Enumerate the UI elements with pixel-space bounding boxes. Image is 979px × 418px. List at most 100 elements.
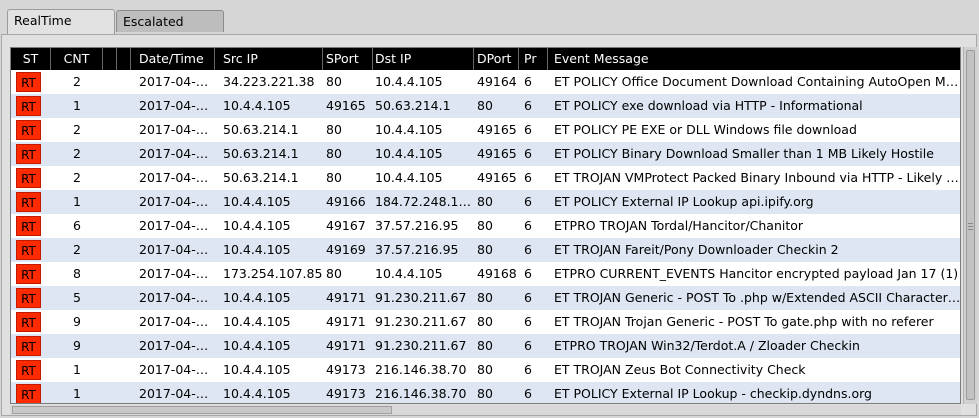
cell-sport: 49171: [326, 290, 366, 305]
scroll-grip-icon: [968, 229, 973, 230]
cell-dst-ip: 216.146.38.70: [375, 362, 467, 377]
cell-cnt: 5: [73, 290, 81, 305]
column-header-dst-ip[interactable]: Dst IP: [373, 48, 474, 70]
cell-dport: 49165: [477, 122, 517, 137]
table-row[interactable]: RT 2 2017-04-05... 34.223.221.38 80 10.4.4.10…: [11, 70, 961, 94]
horizontal-scrollbar-thumb[interactable]: [12, 406, 392, 414]
cell-event-message: ETPRO CURRENT_EVENTS Hancitor encrypted …: [554, 266, 959, 281]
cell-sport: 80: [326, 266, 342, 281]
cell-protocol: 6: [524, 146, 532, 161]
cell-src-ip: 10.4.4.105: [223, 314, 291, 329]
table-header: ST CNT Date/Time Src IP SPort Dst IP DPo…: [11, 48, 960, 70]
tab-escalated-events[interactable]: Escalated Events: [116, 10, 224, 51]
status-badge: RT: [16, 384, 41, 403]
cell-datetime: 2017-04-05...: [139, 122, 215, 137]
cell-dst-ip: 10.4.4.105: [375, 266, 443, 281]
table-row[interactable]: RT 1 2017-04-05... 10.4.4.105 49166 184.72.24…: [11, 190, 960, 214]
cell-event-message: ET TROJAN VMProtect Packed Binary Inboun…: [554, 170, 961, 185]
status-badge: RT: [16, 336, 41, 356]
column-header-pr[interactable]: Pr: [519, 48, 548, 70]
status-badge: RT: [16, 240, 41, 260]
table-row[interactable]: RT 1 2017-04-05... 10.4.4.105 49165 50.63.214…: [11, 94, 960, 118]
cell-cnt: 2: [73, 242, 81, 257]
column-header-cnt[interactable]: CNT: [51, 48, 103, 70]
cell-dport: 80: [477, 290, 493, 305]
cell-datetime: 2017-04-05...: [139, 218, 215, 233]
column-header-datetime[interactable]: Date/Time: [131, 48, 215, 70]
cell-datetime: 2017-04-05...: [139, 194, 215, 209]
cell-src-ip: 50.63.214.1: [223, 146, 299, 161]
cell-src-ip: 10.4.4.105: [223, 194, 291, 209]
cell-protocol: 6: [524, 74, 532, 89]
table-row[interactable]: RT 2 2017-04-05... 50.63.214.1 80 10.4.4.105 4…: [11, 118, 960, 142]
cell-sport: 80: [326, 122, 342, 137]
cell-src-ip: 10.4.4.105: [223, 242, 291, 257]
events-panel: ST CNT Date/Time Src IP SPort Dst IP DPo…: [1, 34, 977, 416]
table-row[interactable]: RT 9 2017-04-05... 10.4.4.105 49171 91.230.21…: [11, 310, 960, 334]
vertical-scrollbar-thumb[interactable]: [966, 50, 975, 400]
table-row[interactable]: RT 6 2017-04-05... 10.4.4.105 49167 37.57.216…: [11, 214, 960, 238]
cell-dport: 49164: [477, 74, 517, 89]
column-header-dport[interactable]: DPort: [474, 48, 519, 70]
cell-cnt: 9: [73, 338, 81, 353]
cell-datetime: 2017-04-05...: [139, 266, 215, 281]
cell-event-message: ET POLICY External IP Lookup - checkip.d…: [554, 386, 872, 401]
scroll-grip-icon: [968, 223, 973, 224]
table-row[interactable]: RT 2 2017-04-05... 50.63.214.1 80 10.4.4.105 4…: [11, 166, 961, 190]
status-badge: RT: [16, 264, 41, 284]
cell-cnt: 2: [73, 170, 81, 185]
table-row[interactable]: RT 2 2017-04-05... 10.4.4.105 49169 37.57.216…: [11, 238, 960, 262]
cell-protocol: 6: [524, 266, 532, 281]
cell-protocol: 6: [524, 194, 532, 209]
column-header-st[interactable]: ST: [11, 48, 51, 70]
cell-cnt: 6: [73, 218, 81, 233]
cell-datetime: 2017-04-05...: [139, 146, 215, 161]
cell-src-ip: 10.4.4.105: [223, 98, 291, 113]
status-badge: RT: [16, 192, 41, 212]
cell-datetime: 2017-04-05...: [139, 98, 215, 113]
horizontal-scrollbar[interactable]: [10, 405, 961, 415]
vertical-scrollbar[interactable]: [963, 47, 977, 404]
cell-dport: 80: [477, 386, 493, 401]
cell-dport: 49168: [477, 266, 517, 281]
cell-event-message: ET POLICY Binary Download Smaller than 1…: [554, 146, 934, 161]
cell-event-message: ET TROJAN Trojan Generic - POST To gate.…: [554, 314, 934, 329]
table-row[interactable]: RT 8 2017-04-05... 173.254.107.8580 10.4.4.1…: [11, 262, 960, 286]
cell-datetime: 2017-04-05...: [139, 74, 215, 89]
table-row[interactable]: RT 2 2017-04-05... 50.63.214.1 80 10.4.4.105 4…: [11, 142, 960, 166]
cell-sport: 49166: [326, 194, 366, 209]
cell-datetime: 2017-04-05...: [139, 386, 215, 401]
cell-dport: 80: [477, 218, 493, 233]
cell-event-message: ET POLICY External IP Lookup api.ipify.o…: [554, 194, 814, 209]
column-header-event-message[interactable]: Event Message: [548, 48, 960, 70]
cell-src-ip: 50.63.214.1: [223, 122, 299, 137]
cell-dport: 49165: [477, 146, 517, 161]
cell-dport: 49165: [477, 170, 517, 185]
column-header-blank-2[interactable]: [117, 48, 131, 70]
column-header-sport[interactable]: SPort: [323, 48, 373, 70]
table-row[interactable]: RT 9 2017-04-05... 10.4.4.105 49171 91.230.21…: [11, 334, 960, 358]
cell-event-message: ET POLICY PE EXE or DLL Windows file dow…: [554, 122, 857, 137]
cell-dst-ip: 184.72.248.171: [375, 194, 474, 209]
cell-sport: 49167: [326, 218, 366, 233]
status-badge: RT: [16, 144, 41, 164]
cell-datetime: 2017-04-05...: [139, 314, 215, 329]
table-row[interactable]: RT 1 2017-04-05... 10.4.4.105 49173 216.146.3…: [11, 382, 960, 403]
status-badge: RT: [16, 288, 41, 308]
cell-dst-ip: 91.230.211.67: [375, 314, 467, 329]
column-header-src-ip[interactable]: Src IP: [215, 48, 323, 70]
cell-dst-ip: 10.4.4.105: [375, 74, 443, 89]
status-badge: RT: [16, 168, 41, 188]
cell-src-ip: 10.4.4.105: [223, 338, 291, 353]
column-header-blank-1[interactable]: [103, 48, 117, 70]
tab-realtime-events[interactable]: RealTime Events: [7, 9, 115, 50]
cell-sport: 80: [326, 170, 342, 185]
table-row[interactable]: RT 1 2017-04-05... 10.4.4.105 49173 216.146.3…: [11, 358, 960, 382]
cell-src-ip: 50.63.214.1: [223, 170, 299, 185]
cell-event-message: ET POLICY Office Document Download Conta…: [554, 74, 961, 89]
cell-event-message: ET POLICY exe download via HTTP - Inform…: [554, 98, 863, 113]
table-row[interactable]: RT 5 2017-04-05... 10.4.4.105 49171 91.230.21…: [11, 286, 960, 310]
scroll-grip-icon: [968, 226, 973, 227]
cell-protocol: 6: [524, 98, 532, 113]
cell-cnt: 2: [73, 146, 81, 161]
